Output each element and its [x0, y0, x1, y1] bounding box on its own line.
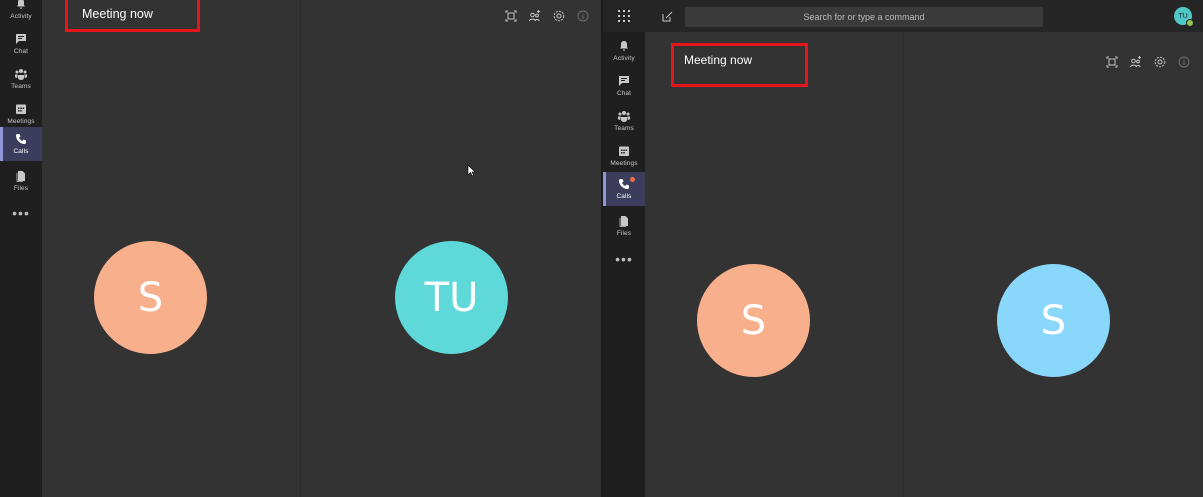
nav-label: Chat	[13, 48, 29, 55]
nav-meetings[interactable]: Meetings	[0, 97, 42, 131]
nav-label: Meetings	[7, 118, 35, 125]
nav-label: Calls	[616, 193, 632, 200]
nav-activity[interactable]: Activity	[0, 0, 42, 26]
apps-grid-icon[interactable]	[618, 10, 630, 22]
call-toolbar	[1105, 55, 1191, 69]
more-apps-button[interactable]: •••	[603, 250, 645, 268]
fullscreen-icon[interactable]	[504, 9, 518, 23]
more-apps-button[interactable]: •••	[0, 204, 42, 222]
nav-chat[interactable]: Chat	[0, 27, 42, 61]
nav-label: Files	[616, 230, 632, 237]
nav-meetings[interactable]: Meetings	[603, 139, 645, 173]
chat-icon	[619, 76, 629, 86]
activity-icon	[620, 41, 628, 51]
info-icon[interactable]	[576, 9, 590, 23]
nav-label: Calls	[13, 148, 29, 155]
activity-icon	[17, 0, 25, 9]
teams-icon	[618, 111, 630, 122]
chat-icon	[16, 34, 26, 44]
files-icon	[619, 216, 628, 227]
nav-label: Files	[13, 185, 29, 192]
mouse-cursor-icon	[467, 164, 476, 177]
participant-initials: S	[740, 297, 767, 344]
add-people-icon[interactable]	[1129, 55, 1143, 69]
add-people-icon[interactable]	[528, 9, 542, 23]
tile-divider	[300, 0, 301, 497]
settings-icon[interactable]	[552, 9, 566, 23]
search-input[interactable]: Search for or type a command	[685, 7, 1043, 27]
nav-label: Teams	[11, 83, 31, 90]
fullscreen-icon[interactable]	[1105, 55, 1119, 69]
app-rail: Activity Chat Teams Meetings Calls Files…	[0, 0, 42, 497]
call-stage: Meeting now S TU	[42, 0, 601, 497]
meetings-icon	[619, 146, 629, 156]
call-toolbar	[504, 9, 590, 23]
nav-label: Chat	[616, 90, 632, 97]
nav-label: Teams	[614, 125, 634, 132]
call-stage: Meeting now S S	[645, 32, 1203, 497]
right-teams-window: Search for or type a command TU Activity…	[603, 0, 1203, 497]
left-teams-window: Activity Chat Teams Meetings Calls Files…	[0, 0, 601, 497]
presence-status-icon	[1186, 19, 1194, 27]
profile-initials: TU	[1178, 12, 1188, 20]
nav-chat[interactable]: Chat	[603, 69, 645, 103]
compose-icon[interactable]	[662, 11, 673, 22]
app-rail: Activity Chat Teams Meetings Calls Files…	[603, 32, 645, 497]
files-icon	[16, 171, 25, 182]
nav-calls[interactable]: Calls	[0, 127, 42, 161]
participant-initials: S	[137, 274, 164, 321]
nav-calls[interactable]: Calls	[603, 172, 645, 206]
participant-avatar[interactable]: S	[697, 264, 810, 377]
nav-files[interactable]: Files	[0, 164, 42, 198]
nav-teams[interactable]: Teams	[603, 104, 645, 138]
nav-files[interactable]: Files	[603, 209, 645, 243]
participant-initials: S	[1040, 297, 1067, 344]
info-icon[interactable]	[1177, 55, 1191, 69]
participant-avatar[interactable]: S	[94, 241, 207, 354]
participant-initials: TU	[424, 274, 479, 321]
meeting-title: Meeting now	[684, 53, 753, 67]
nav-label: Meetings	[610, 160, 638, 167]
tile-divider	[903, 32, 904, 497]
settings-icon[interactable]	[1153, 55, 1167, 69]
meetings-icon	[16, 104, 26, 114]
nav-label: Activity	[613, 55, 635, 62]
meeting-title: Meeting now	[82, 7, 153, 21]
nav-label: Activity	[10, 13, 32, 20]
participant-avatar[interactable]: TU	[395, 241, 508, 354]
title-bar: Search for or type a command TU	[603, 0, 1203, 32]
nav-teams[interactable]: Teams	[0, 62, 42, 96]
notification-dot-icon	[630, 177, 635, 182]
nav-activity[interactable]: Activity	[603, 34, 645, 68]
teams-icon	[15, 69, 27, 80]
calls-icon	[619, 179, 629, 189]
search-placeholder: Search for or type a command	[803, 12, 925, 22]
participant-avatar[interactable]: S	[997, 264, 1110, 377]
calls-icon	[16, 134, 26, 144]
